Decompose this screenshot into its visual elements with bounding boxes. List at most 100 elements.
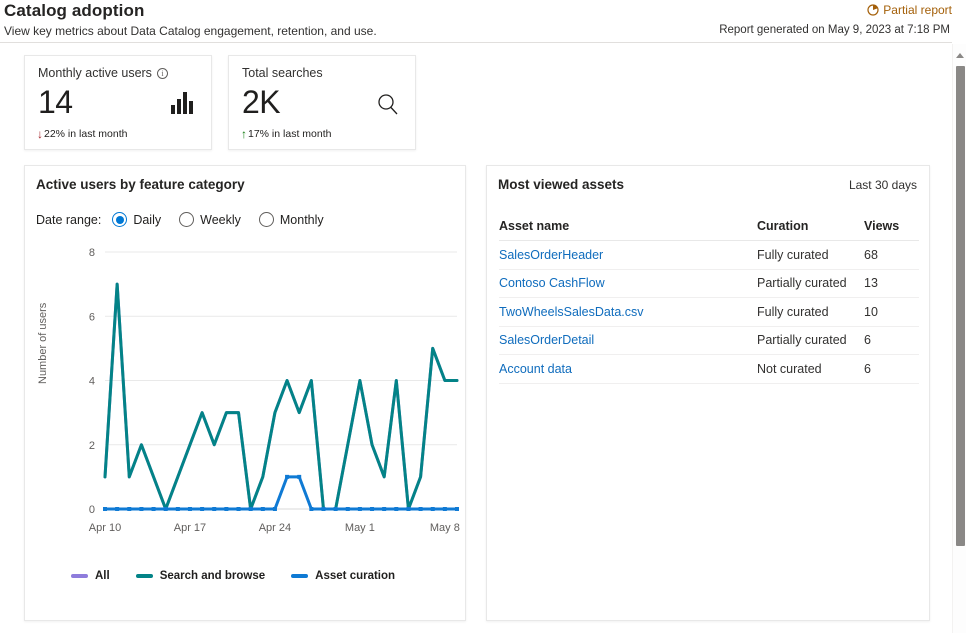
y-tick-label: 6 [89, 311, 95, 323]
report-generated-text: Report generated on May 9, 2023 at 7:18 … [719, 24, 950, 36]
legend-swatch [291, 574, 308, 578]
asset-views-value: 6 [864, 333, 919, 347]
data-point-marker [176, 507, 180, 511]
report-page: Catalog adoption View key metrics about … [0, 0, 966, 633]
table-row: Contoso CashFlowPartially curated13 [499, 270, 919, 299]
column-header-views: Views [864, 219, 919, 233]
asset-curation-value: Fully curated [757, 305, 864, 319]
y-tick-label: 2 [89, 440, 95, 452]
data-point-marker [188, 507, 192, 511]
x-tick-label: Apr 10 [89, 522, 121, 534]
asset-curation-value: Partially curated [757, 276, 864, 290]
kpi-label-text: Total searches [242, 66, 323, 80]
radio-option-daily[interactable]: Daily [112, 212, 161, 227]
bar-chart-icon [171, 92, 197, 116]
legend-item-search-and-browse[interactable]: Search and browse [136, 570, 265, 582]
data-point-marker [455, 507, 459, 511]
data-point-marker [164, 507, 168, 511]
chart-svg: 02468Apr 10Apr 17Apr 24May 1May 8 [25, 244, 467, 544]
date-range-radio-group: Date range: Daily Weekly Monthly [36, 212, 342, 227]
series-line-search-and-browse [105, 284, 457, 509]
data-point-marker [273, 507, 277, 511]
asset-curation-value: Not curated [757, 362, 864, 376]
data-point-marker [419, 507, 423, 511]
assets-table: Asset name Curation Views SalesOrderHead… [499, 211, 919, 384]
data-point-marker [103, 507, 107, 511]
kpi-card-total-searches: Total searches 2K ↑ 17% in last month [228, 55, 416, 150]
asset-name-link[interactable]: SalesOrderHeader [499, 248, 757, 262]
asset-curation-value: Fully curated [757, 248, 864, 262]
y-tick-label: 8 [89, 247, 95, 259]
y-tick-label: 0 [89, 504, 95, 516]
table-body: SalesOrderHeaderFully curated68Contoso C… [499, 241, 919, 384]
kpi-delta: ↑ 17% in last month [241, 128, 331, 140]
kpi-delta: ↓ 22% in last month [37, 128, 127, 140]
y-tick-label: 4 [89, 376, 95, 388]
radio-option-monthly[interactable]: Monthly [259, 212, 324, 227]
kpi-label-text: Monthly active users [38, 66, 152, 80]
kpi-delta-text: 22% in last month [44, 128, 127, 140]
radio-label: Weekly [200, 213, 241, 227]
radio-indicator [259, 212, 274, 227]
asset-name-link[interactable]: TwoWheelsSalesData.csv [499, 305, 757, 319]
data-point-marker [334, 507, 338, 511]
data-point-marker [152, 507, 156, 511]
radio-label: Monthly [280, 213, 324, 227]
series-line-asset-curation [105, 477, 457, 509]
info-icon[interactable]: i [157, 68, 168, 79]
data-point-marker [249, 507, 253, 511]
legend-label: Search and browse [160, 570, 265, 582]
legend-label: Asset curation [315, 570, 395, 582]
legend-item-all[interactable]: All [71, 570, 110, 582]
asset-name-link[interactable]: SalesOrderDetail [499, 333, 757, 347]
asset-name-link[interactable]: Account data [499, 362, 757, 376]
scroll-up-button[interactable] [953, 48, 966, 62]
data-point-marker [200, 507, 204, 511]
data-point-marker [212, 507, 216, 511]
data-point-marker [297, 475, 301, 479]
page-title: Catalog adoption [4, 1, 144, 21]
partial-report-label: Partial report [883, 3, 952, 17]
radio-option-weekly[interactable]: Weekly [179, 212, 241, 227]
data-point-marker [382, 507, 386, 511]
data-point-marker [237, 507, 241, 511]
data-point-marker [127, 507, 131, 511]
data-point-marker [406, 507, 410, 511]
kpi-value: 14 [38, 84, 73, 120]
partial-report-badge: Partial report [867, 3, 952, 17]
data-point-marker [285, 475, 289, 479]
data-point-marker [346, 507, 350, 511]
radio-indicator [179, 212, 194, 227]
line-chart: Number of users 02468Apr 10Apr 17Apr 24M… [25, 244, 467, 544]
data-point-marker [224, 507, 228, 511]
data-point-marker [370, 507, 374, 511]
scrollbar-thumb[interactable] [956, 66, 965, 546]
asset-name-link[interactable]: Contoso CashFlow [499, 276, 757, 290]
x-tick-label: May 1 [345, 522, 375, 534]
data-point-marker [309, 507, 313, 511]
legend-label: All [95, 570, 110, 582]
x-tick-label: Apr 17 [174, 522, 206, 534]
table-row: TwoWheelsSalesData.csvFully curated10 [499, 298, 919, 327]
data-point-marker [261, 507, 265, 511]
radio-indicator [112, 212, 127, 227]
asset-views-value: 6 [864, 362, 919, 376]
legend-swatch [136, 574, 153, 578]
kpi-label: Monthly active users i [38, 66, 168, 80]
chart-panel: Active users by feature category Date ra… [24, 165, 466, 621]
date-range-label: Date range: [36, 213, 101, 227]
asset-curation-value: Partially curated [757, 333, 864, 347]
x-tick-label: May 8 [430, 522, 460, 534]
vertical-scrollbar[interactable] [952, 44, 966, 633]
table-panel-title: Most viewed assets [498, 177, 624, 192]
table-row: SalesOrderHeaderFully curated68 [499, 241, 919, 270]
radio-label: Daily [133, 213, 161, 227]
column-header-curation: Curation [757, 219, 864, 233]
chevron-up-icon [956, 53, 964, 58]
table-row: Account dataNot curated6 [499, 355, 919, 384]
table-row: SalesOrderDetailPartially curated6 [499, 327, 919, 356]
asset-views-value: 13 [864, 276, 919, 290]
data-point-marker [394, 507, 398, 511]
legend-item-asset-curation[interactable]: Asset curation [291, 570, 395, 582]
table-range-note: Last 30 days [849, 178, 917, 192]
